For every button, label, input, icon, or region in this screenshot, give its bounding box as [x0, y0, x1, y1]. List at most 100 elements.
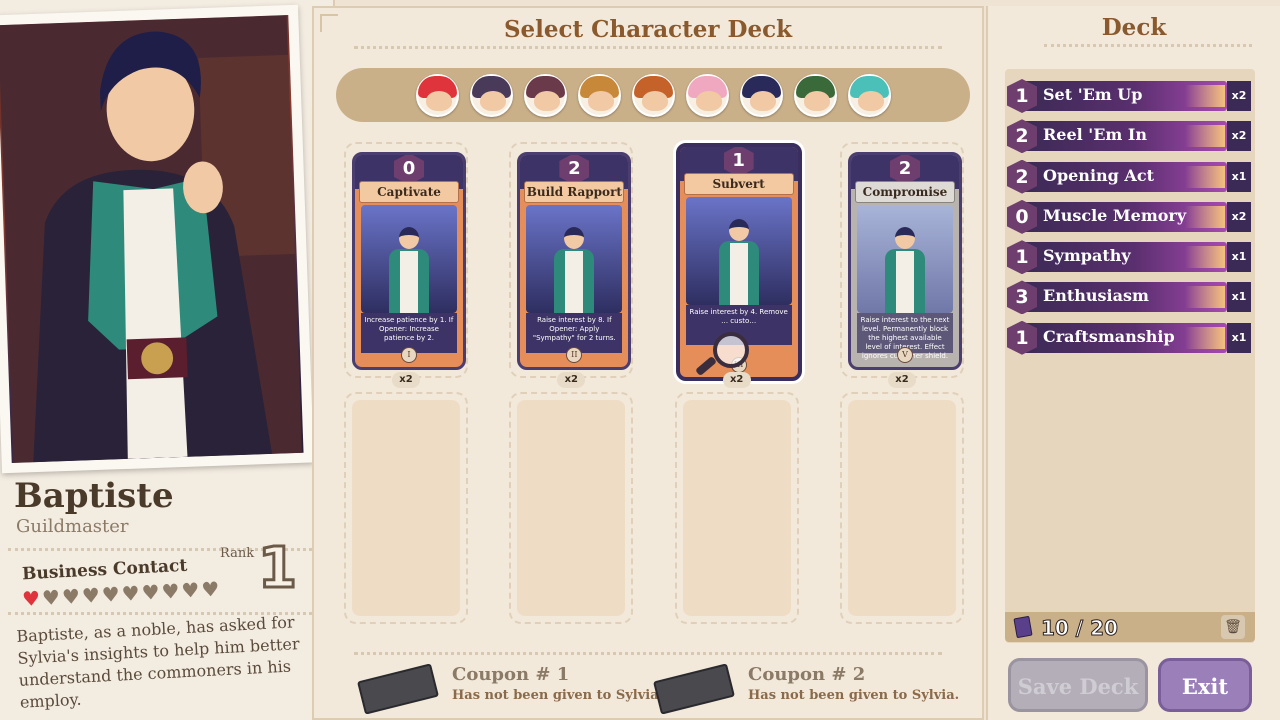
card-art [856, 205, 953, 313]
deck-item-qty: x2 [1227, 201, 1251, 232]
rank-label: Rank [220, 546, 255, 561]
deck-item-name: Muscle Memory [1043, 205, 1187, 225]
card-rank: I [401, 347, 417, 363]
card-name: Compromise [854, 181, 955, 203]
deck-item[interactable]: 1 Set 'Em Up x2 [1007, 79, 1251, 113]
deck-card-list: 1 Set 'Em Up x2 2 Reel 'Em In x2 2 Openi… [1005, 69, 1255, 643]
card-compromise[interactable]: 2 Compromise Raise interest to the next … [847, 152, 962, 370]
empty-card-row [344, 392, 964, 624]
card-name: Captivate [359, 181, 459, 203]
deck-item-qty: x2 [1227, 81, 1251, 111]
card-art [526, 205, 623, 313]
coupon-ticket-icon [357, 663, 439, 715]
deck-item[interactable]: 2 Opening Act x1 [1007, 159, 1251, 194]
panel-title: Select Character Deck [503, 16, 793, 43]
heart-empty-icon: ♥ [41, 585, 61, 611]
card-count-badge: x2 [392, 372, 420, 388]
heart-empty-icon: ♥ [200, 576, 220, 602]
deck-item-name: Reel 'Em In [1043, 125, 1148, 145]
card-rank: V [896, 347, 913, 363]
empty-card-slot[interactable] [509, 392, 634, 624]
sparkle-icon [1185, 85, 1225, 107]
deck-item-name: Set 'Em Up [1043, 85, 1143, 104]
red-hair-character-icon[interactable] [415, 73, 459, 117]
coupon-1[interactable]: Coupon # 1 Has not been given to Sylvia. [352, 660, 663, 720]
card-captivate[interactable]: 0 Captivate Increase patience by 1. If O… [352, 152, 466, 370]
character-name: Baptiste [14, 476, 174, 516]
character-deck-panel: Select Character Deck 0 Captivate Increa… [312, 6, 984, 720]
character-title: Guildmaster [16, 516, 129, 537]
sparkle-icon [1185, 165, 1225, 188]
deck-count-bar: 10 / 20 🗑 [1005, 612, 1255, 642]
deck-item-name: Opening Act [1043, 165, 1154, 185]
heart-empty-icon: ♥ [61, 584, 81, 610]
card-row: 0 Captivate Increase patience by 1. If O… [344, 142, 964, 388]
coupon-status: Has not been given to Sylvia. [748, 688, 960, 703]
card-slot: 0 Captivate Increase patience by 1. If O… [344, 142, 468, 388]
coupon-status: Has not been given to Sylvia. [452, 688, 664, 703]
deck-item-qty: x1 [1227, 282, 1251, 313]
portrait-illustration [0, 15, 302, 463]
empty-card-slot[interactable] [344, 392, 468, 624]
empty-card-slot[interactable] [839, 392, 964, 624]
trash-icon[interactable]: 🗑 [1221, 615, 1245, 639]
card-build-rapport[interactable]: 2 Build Rapport Raise interest by 8. If … [517, 152, 632, 370]
deck-item[interactable]: 1 Craftsmanship x1 [1007, 320, 1251, 355]
coupon-name: Coupon # 2 [748, 664, 866, 685]
deck-count: 10 / 20 [1041, 616, 1119, 641]
baptiste-character-icon[interactable] [739, 73, 783, 117]
deck-item[interactable]: 1 Sympathy x1 [1007, 240, 1251, 275]
deck-item-qty: x2 [1227, 121, 1251, 152]
teal-hair-character-icon[interactable] [847, 73, 891, 117]
deck-item[interactable]: 2 Reel 'Em In x2 [1007, 119, 1251, 154]
save-deck-button[interactable]: Save Deck [1008, 658, 1148, 712]
beard-character-icon[interactable] [577, 73, 621, 117]
sparkle-icon [1185, 286, 1225, 309]
exit-button[interactable]: Exit [1158, 658, 1252, 712]
heart-empty-icon: ♥ [81, 583, 101, 609]
deck-item-name: Sympathy [1043, 246, 1131, 266]
character-description: Baptiste, as a noble, has asked for Sylv… [15, 612, 300, 712]
card-stack-icon [1013, 615, 1033, 639]
empty-card-slot[interactable] [674, 392, 799, 624]
heart-filled-icon: ♥ [21, 586, 41, 612]
coupon-name: Coupon # 1 [452, 664, 570, 685]
character-portrait [0, 15, 304, 463]
card-count-badge: x2 [557, 372, 586, 388]
horned-character-icon[interactable] [523, 73, 567, 117]
pink-character-icon[interactable] [685, 73, 729, 117]
card-slot: 1 Subvert Raise interest by 4. Remove … … [674, 142, 802, 388]
divider [1044, 44, 1252, 47]
heart-empty-icon: ♥ [180, 577, 200, 603]
heart-empty-icon: ♥ [121, 581, 141, 606]
heart-empty-icon: ♥ [160, 578, 181, 604]
coupon-2[interactable]: Coupon # 2 Has not been given to Sylvia. [648, 660, 959, 720]
coupon-ticket-icon [653, 663, 735, 715]
green-cap-character-icon[interactable] [793, 73, 837, 117]
card-count-badge: x2 [887, 372, 916, 388]
deck-item[interactable]: 0 Muscle Memory x2 [1007, 199, 1251, 234]
card-art [361, 205, 457, 313]
deck-item-qty: x1 [1227, 161, 1251, 192]
card-slot: 2 Build Rapport Raise interest by 8. If … [509, 142, 634, 388]
magnifier-icon[interactable] [712, 332, 749, 368]
deck-item-qty: x1 [1227, 242, 1251, 273]
rank-value: 1 [257, 535, 299, 603]
relationship-hearts: ♥ ♥ ♥ ♥ ♥ ♥ ♥ ♥ ♥ ♥ [21, 576, 220, 612]
deck-item-name: Enthusiasm [1043, 286, 1149, 306]
sparkle-icon [1185, 246, 1225, 269]
divider [354, 652, 942, 655]
deck-title: Deck [1101, 14, 1167, 41]
card-rank: II [566, 347, 583, 363]
owl-wizard-character-icon[interactable] [469, 73, 513, 117]
card-name: Build Rapport [524, 181, 625, 203]
heart-empty-icon: ♥ [140, 579, 161, 605]
sparkle-icon [1185, 326, 1225, 349]
deck-item-qty: x1 [1227, 322, 1251, 353]
divider [354, 46, 942, 49]
character-selector [336, 68, 970, 122]
heart-empty-icon: ♥ [101, 582, 121, 607]
orange-hair-character-icon[interactable] [631, 73, 675, 117]
deck-item[interactable]: 3 Enthusiasm x1 [1007, 280, 1251, 315]
card-count-badge: x2 [722, 372, 751, 388]
